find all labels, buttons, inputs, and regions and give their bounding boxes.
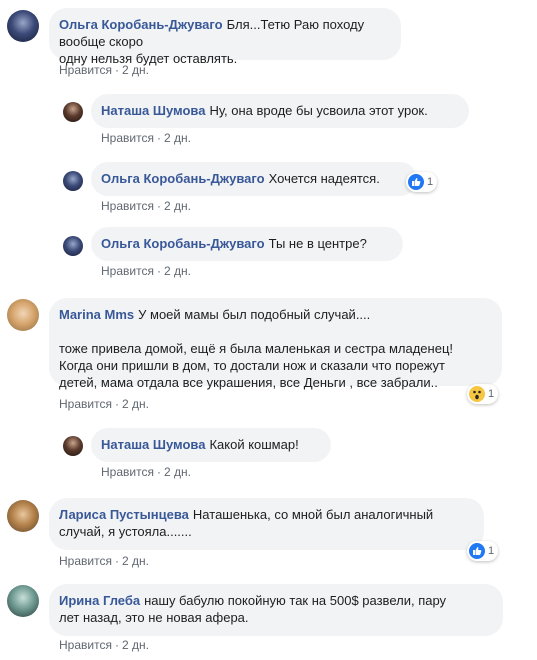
like-link[interactable]: Нравится: [101, 465, 154, 479]
like-link[interactable]: Нравится: [59, 397, 112, 411]
comment-author[interactable]: Ольга Коробань-Джуваго: [101, 236, 265, 251]
comment-author[interactable]: Лариса Пустынцева: [59, 507, 189, 522]
comment-bubble: Ольга Коробань-Джуваго Бля...Тетю Раю пох…: [49, 8, 401, 66]
reaction-count: 1: [488, 545, 495, 557]
like-link[interactable]: Нравится: [59, 63, 112, 77]
comment-text: Ты не в центре?: [268, 236, 367, 251]
avatar-marina[interactable]: [7, 299, 39, 331]
timestamp[interactable]: 2 дн.: [122, 63, 149, 77]
reaction-badge[interactable]: 1: [467, 384, 499, 404]
timestamp[interactable]: 2 дн.: [164, 264, 191, 278]
avatar-larisa[interactable]: [7, 500, 39, 532]
comment-bubble: Ирина Глеба нашу бабулю покойную так на 5…: [49, 584, 503, 636]
comment-bubble: Наташа Шумова Ну, она вроде бы усвоила эт…: [91, 94, 469, 128]
avatar-natasha[interactable]: [63, 102, 83, 122]
avatar-olga[interactable]: [63, 171, 83, 191]
comment-author[interactable]: Ирина Глеба: [59, 593, 140, 608]
reaction-count: 1: [488, 388, 495, 400]
comment-author[interactable]: Ольга Коробань-Джуваго: [59, 17, 223, 32]
avatar-olga[interactable]: [63, 236, 83, 256]
like-link[interactable]: Нравится: [59, 638, 112, 652]
like-link[interactable]: Нравится: [101, 264, 154, 278]
comment-bubble: Ольга Коробань-Джуваго Хочется надеятся.: [91, 162, 417, 196]
like-link[interactable]: Нравится: [59, 554, 112, 568]
comment-author[interactable]: Наташа Шумова: [101, 103, 205, 118]
avatar-olga[interactable]: [7, 10, 39, 42]
comment-author[interactable]: Ольга Коробань-Джуваго: [101, 171, 265, 186]
comment-bubble: Наташа Шумова Какой кошмар!: [91, 428, 331, 462]
timestamp[interactable]: 2 дн.: [122, 397, 149, 411]
comment-actions: Нравится · 2 дн.: [59, 638, 149, 652]
comment-actions: Нравится · 2 дн.: [59, 554, 149, 568]
comment-text: Какой кошмар!: [209, 437, 299, 452]
comment-author[interactable]: Marina Mms: [59, 307, 134, 322]
like-reaction-icon: [408, 174, 424, 190]
comment-text: Ну, она вроде бы усвоила этот урок.: [209, 103, 428, 118]
like-reaction-icon: [469, 543, 485, 559]
timestamp[interactable]: 2 дн.: [164, 199, 191, 213]
like-link[interactable]: Нравится: [101, 131, 154, 145]
reaction-badge[interactable]: 1: [467, 541, 499, 561]
comment-actions: Нравится · 2 дн.: [101, 264, 191, 278]
timestamp[interactable]: 2 дн.: [164, 131, 191, 145]
reaction-badge[interactable]: 1: [406, 172, 438, 192]
timestamp[interactable]: 2 дн.: [164, 465, 191, 479]
reaction-count: 1: [427, 176, 434, 188]
comment-actions: Нравится · 2 дн.: [59, 397, 149, 411]
comment-actions: Нравится · 2 дн.: [101, 465, 191, 479]
comment-bubble: Ольга Коробань-Джуваго Ты не в центре?: [91, 227, 403, 261]
like-link[interactable]: Нравится: [101, 199, 154, 213]
timestamp[interactable]: 2 дн.: [122, 638, 149, 652]
wow-reaction-icon: [469, 386, 485, 402]
timestamp[interactable]: 2 дн.: [122, 554, 149, 568]
avatar-irina[interactable]: [7, 585, 39, 617]
comment-bubble: Лариса Пустынцева Наташенька, со мной был…: [49, 498, 484, 550]
avatar-natasha[interactable]: [63, 436, 83, 456]
comment-actions: Нравится · 2 дн.: [101, 199, 191, 213]
comment-text: Хочется надеятся.: [268, 171, 380, 186]
comment-actions: Нравится · 2 дн.: [59, 63, 149, 77]
comment-bubble: Marina Mms У моей мамы был подобный случа…: [49, 298, 502, 390]
comment-actions: Нравится · 2 дн.: [101, 131, 191, 145]
comment-author[interactable]: Наташа Шумова: [101, 437, 205, 452]
